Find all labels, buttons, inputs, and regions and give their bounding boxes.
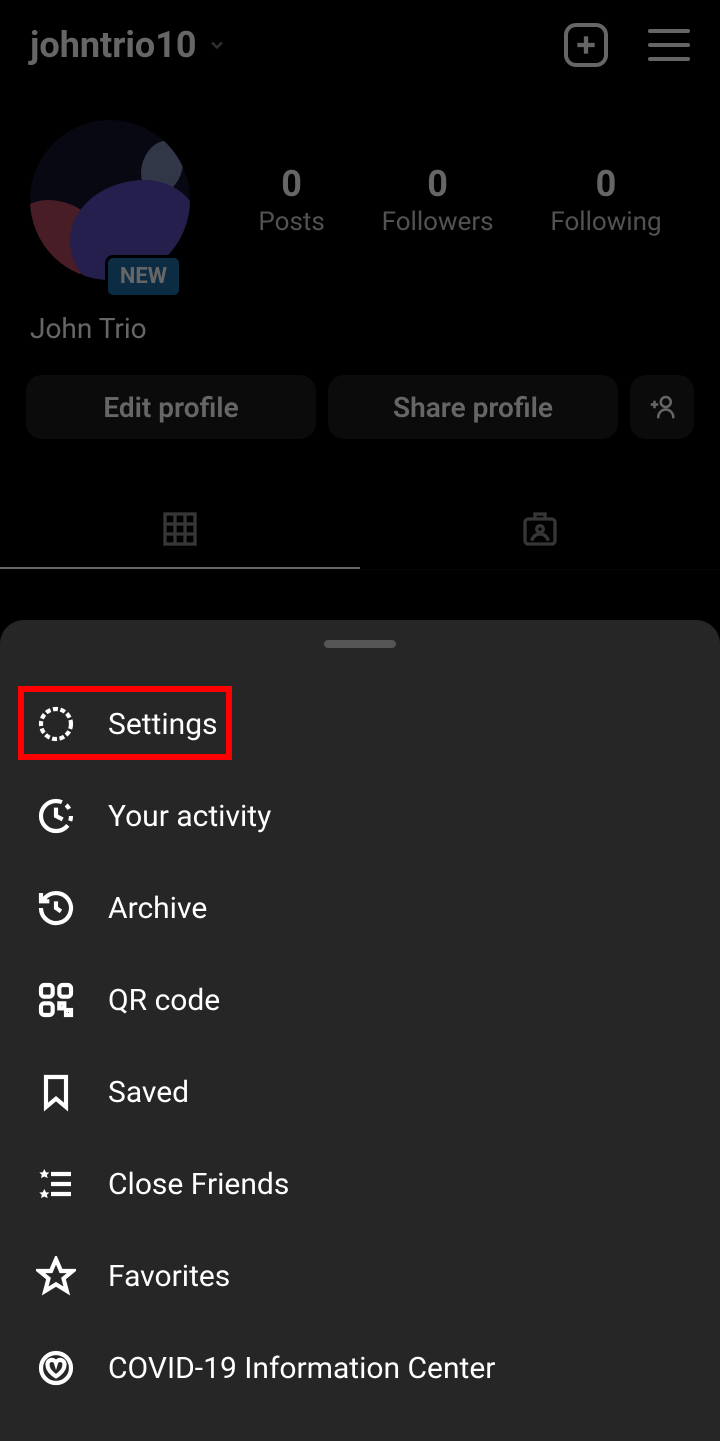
menu-button[interactable] [648, 29, 690, 61]
stat-posts[interactable]: 0 Posts [258, 163, 324, 237]
tagged-icon [520, 509, 560, 549]
menu-item-settings[interactable]: Settings [0, 678, 720, 770]
menu-item-archive[interactable]: Archive [0, 862, 720, 954]
star-icon [34, 1254, 78, 1298]
menu-label: Favorites [108, 1259, 230, 1294]
create-button[interactable] [564, 23, 608, 67]
qr-icon [34, 978, 78, 1022]
heart-circle-icon [34, 1346, 78, 1390]
profile-section: NEW 0 Posts 0 Followers 0 Following John… [0, 90, 720, 345]
profile-page-dimmed: johntrio10 NEW 0 [0, 0, 720, 570]
activity-icon [34, 794, 78, 838]
stat-label: Followers [382, 207, 494, 237]
menu-item-close-friends[interactable]: Close Friends [0, 1138, 720, 1230]
archive-icon [34, 886, 78, 930]
header-actions [564, 23, 690, 67]
close-friends-icon [34, 1162, 78, 1206]
new-badge: NEW [105, 255, 182, 298]
profile-top: NEW 0 Posts 0 Followers 0 Following [30, 120, 690, 280]
stat-label: Following [550, 207, 661, 237]
stat-value: 0 [258, 163, 324, 205]
grid-icon [160, 509, 200, 549]
display-name: John Trio [30, 312, 690, 345]
stat-value: 0 [382, 163, 494, 205]
settings-icon [34, 702, 78, 746]
add-user-icon [647, 392, 677, 422]
bottom-sheet: Settings Your activity Archive QR code S… [0, 620, 720, 1441]
header: johntrio10 [0, 0, 720, 90]
menu-item-activity[interactable]: Your activity [0, 770, 720, 862]
stat-following[interactable]: 0 Following [550, 163, 661, 237]
avatar-wrap[interactable]: NEW [30, 120, 190, 280]
share-profile-button[interactable]: Share profile [328, 375, 618, 439]
stats: 0 Posts 0 Followers 0 Following [230, 163, 690, 237]
stat-followers[interactable]: 0 Followers [382, 163, 494, 237]
username: johntrio10 [30, 24, 197, 66]
menu-label: Close Friends [108, 1167, 289, 1202]
menu-label: COVID-19 Information Center [108, 1351, 495, 1386]
edit-profile-button[interactable]: Edit profile [26, 375, 316, 439]
profile-buttons: Edit profile Share profile [26, 375, 694, 439]
stat-label: Posts [258, 207, 324, 237]
menu-label: Archive [108, 891, 207, 926]
tab-grid[interactable] [0, 489, 360, 569]
discover-people-button[interactable] [630, 375, 694, 439]
menu-label: QR code [108, 983, 220, 1018]
bookmark-icon [34, 1070, 78, 1114]
profile-tabs [0, 489, 720, 570]
tab-tagged[interactable] [360, 489, 720, 569]
sheet-handle[interactable] [324, 640, 396, 648]
chevron-down-icon [207, 35, 227, 55]
menu-item-saved[interactable]: Saved [0, 1046, 720, 1138]
menu-item-covid[interactable]: COVID-19 Information Center [0, 1322, 720, 1414]
menu-label: Your activity [108, 799, 271, 834]
menu-item-qr[interactable]: QR code [0, 954, 720, 1046]
menu-item-favorites[interactable]: Favorites [0, 1230, 720, 1322]
plus-icon [573, 32, 599, 58]
menu-label: Saved [108, 1075, 189, 1110]
menu-label: Settings [108, 707, 218, 742]
stat-value: 0 [550, 163, 661, 205]
username-selector[interactable]: johntrio10 [30, 24, 227, 66]
